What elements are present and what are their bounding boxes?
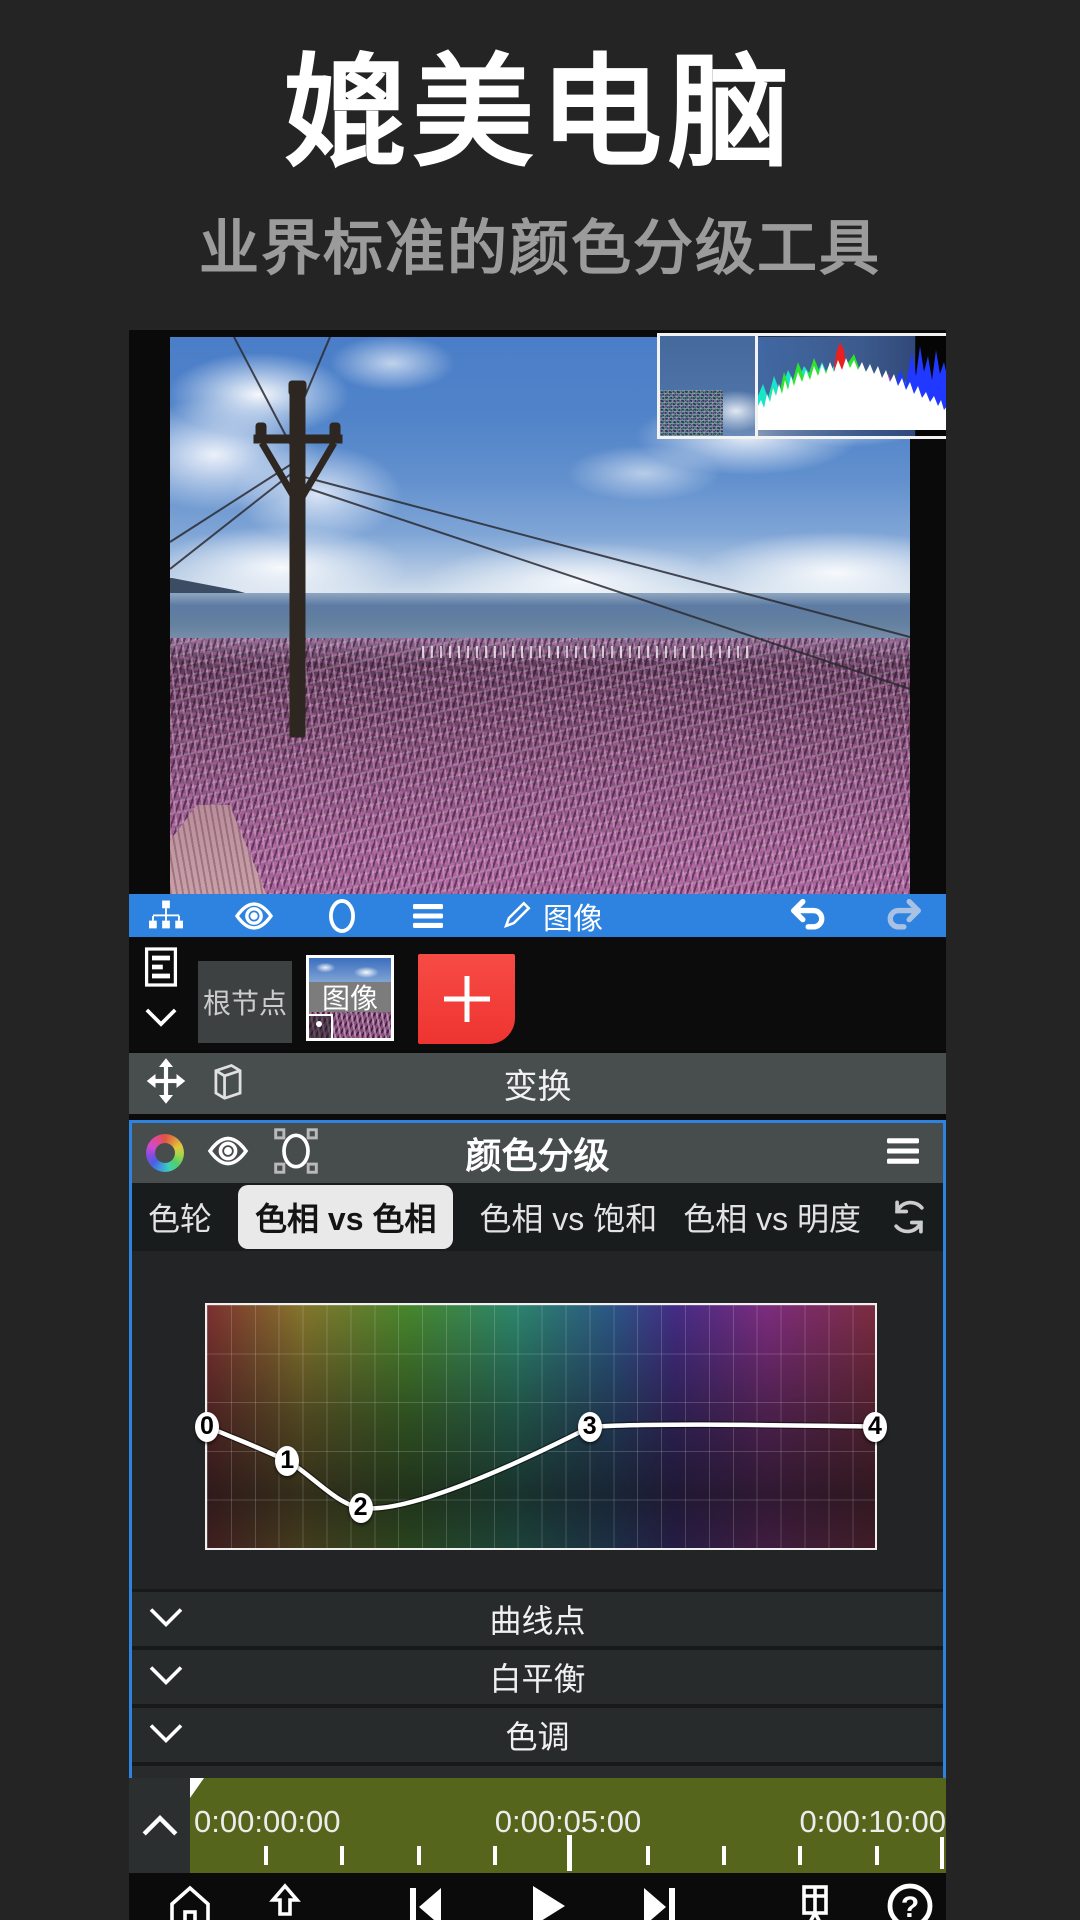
transform-row[interactable]: 变换 (129, 1053, 946, 1114)
timecode-end: 0:00:10:00 (799, 1804, 946, 1840)
redo-icon[interactable] (880, 898, 924, 934)
export-icon[interactable] (261, 1882, 309, 1920)
menu-icon[interactable] (409, 901, 447, 931)
page-title: 媲美电脑 (0, 14, 1080, 191)
eye-icon[interactable] (206, 1133, 250, 1174)
home-icon[interactable] (166, 1882, 214, 1920)
section-white-balance[interactable]: 白平衡 (132, 1650, 943, 1704)
section-curve-points[interactable]: 曲线点 (132, 1592, 943, 1646)
move-icon[interactable] (145, 1058, 187, 1109)
eye-icon[interactable] (233, 899, 275, 933)
vectorscope-panel (660, 336, 758, 436)
node-root[interactable]: 根节点 (198, 961, 292, 1043)
skip-start-icon[interactable] (401, 1882, 449, 1920)
node-strip: 根节点 图像 (129, 937, 946, 1050)
circle-mask-icon[interactable] (325, 897, 359, 935)
bottom-toolbar: ? (129, 1873, 946, 1920)
timeline-ruler[interactable]: 0:00:00:00 0:00:05:00 0:00:10:00 (190, 1778, 946, 1873)
help-icon[interactable]: ? (886, 1882, 934, 1920)
selection-ellipse-icon[interactable] (272, 1126, 320, 1181)
vectorscope-trace (660, 390, 723, 436)
edit-pencil-icon[interactable] (499, 899, 533, 933)
playhead-flag-icon[interactable] (190, 1778, 204, 1798)
play-icon[interactable] (521, 1882, 569, 1920)
image-badge-icon (307, 1014, 333, 1040)
node-image-label: 图像 (309, 982, 391, 1012)
video-editor-screenshot: 图像 (129, 330, 946, 1920)
curve-point-2[interactable]: 2 (349, 1493, 373, 1523)
node-list-icon[interactable] (143, 945, 179, 994)
timecode-start: 0:00:00:00 (194, 1804, 341, 1840)
plus-icon (444, 976, 490, 1022)
curve-editor[interactable]: 0 1 2 3 4 (132, 1251, 943, 1589)
hue-vs-hue-curve[interactable]: 01234 (205, 1303, 877, 1550)
timeline-collapse-button[interactable] (129, 1778, 190, 1873)
scopes-overlay[interactable] (657, 333, 946, 439)
tab-color-wheel[interactable]: 色轮 (148, 1194, 212, 1240)
cube-icon[interactable] (209, 1058, 247, 1109)
curve-mode-tabs: 色轮 色相 vs 色相 色相 vs 饱和 色相 vs 明度 饱和 vs 饱和 (132, 1183, 943, 1251)
tab-hue-vs-lum[interactable]: 色相 vs 明度 (683, 1194, 861, 1240)
curve-point-4[interactable]: 4 (863, 1412, 887, 1442)
curve-point-0[interactable]: 0 (195, 1412, 219, 1442)
frame-guide-icon[interactable] (791, 1882, 839, 1920)
panel-menu-icon[interactable] (883, 1135, 923, 1172)
node-tree-icon[interactable] (147, 899, 185, 933)
add-node-button[interactable] (418, 954, 515, 1044)
color-grading-panel: 颜色分级 (129, 1120, 946, 1782)
transform-label: 变换 (129, 1059, 946, 1108)
curve-point-1[interactable]: 1 (275, 1446, 299, 1476)
reset-refresh-icon[interactable] (887, 1195, 931, 1239)
timeline: 0:00:00:00 0:00:05:00 0:00:10:00 (129, 1778, 946, 1873)
promo-page: 媲美电脑 业界标准的颜色分级工具 (0, 0, 1080, 1920)
tab-hue-vs-sat[interactable]: 色相 vs 饱和 (479, 1194, 657, 1240)
panel-title: 颜色分级 (132, 1127, 943, 1179)
node-image[interactable]: 图像 (306, 955, 394, 1041)
rgb-histogram-panel (758, 336, 946, 436)
skip-end-icon[interactable] (636, 1882, 684, 1920)
tab-hue-vs-hue[interactable]: 色相 vs 色相 (238, 1185, 453, 1249)
panel-header: 颜色分级 (132, 1123, 943, 1183)
undo-icon[interactable] (788, 898, 832, 934)
svg-text:?: ? (901, 1891, 919, 1920)
chevron-down-icon[interactable] (144, 1006, 178, 1033)
page-subtitle: 业界标准的颜色分级工具 (0, 200, 1080, 287)
current-node-label: 图像 (543, 894, 603, 938)
curve-point-3[interactable]: 3 (578, 1412, 602, 1442)
viewer-toolbar: 图像 (129, 894, 946, 937)
section-tone[interactable]: 色调 (132, 1708, 943, 1762)
